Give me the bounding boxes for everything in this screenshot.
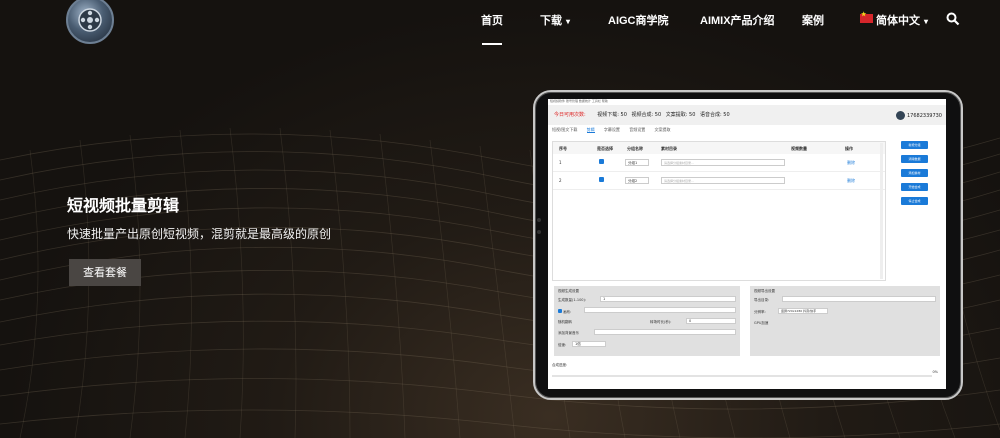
video-generate-panel: 视频生成设置 生成数量(1-100): 1 画布: 随机翻转 转场时长(秒): … [554,286,740,356]
row-dir-input[interactable]: 请选择分组素材目录... [661,177,785,184]
chevron-down-icon: ▾ [566,17,571,26]
start-compose-button[interactable]: 开始合成 [901,183,928,191]
panel-title: 视频生成设置 [558,289,579,293]
nav-active-indicator [482,43,502,45]
clear-data-button[interactable]: 清除数据 [901,155,928,163]
view-plans-button[interactable]: 查看套餐 [69,259,141,286]
col-no: 序号 [559,146,567,151]
resolution-select[interactable]: 竖屏720x1280 抖音/快手 [778,308,828,314]
app-tabs: 短视/图文下载 剪辑 字幕设置 音频设置 文案提取 [552,127,678,133]
app-stats-bar: 今日可用次数: 视频下载: 50 视频合成: 50 文案提取: 50 语音合成:… [548,105,946,125]
row-checkbox[interactable] [599,159,604,165]
col-select: 是否选择 [597,146,613,151]
nav-home[interactable]: 首页 [481,12,503,32]
tab-download[interactable]: 短视/图文下载 [552,127,577,132]
random-flip-checkbox[interactable]: 随机翻转 [558,320,572,325]
hero-title: 短视频批量剪辑 [67,196,180,215]
table-row: 1 分组1 请选择分组素材目录... 删除 [553,154,885,172]
stats-label: 今日可用次数: [554,112,586,118]
app-screenshot: 短视频软件 账号管理 数据统计 工具栏 帮助 今日可用次数: 视频下载: 50 … [548,99,946,389]
col-count: 视频数量 [791,146,807,151]
progress-bar [552,375,932,377]
stat-video-download: 视频下载: 50 [597,112,627,118]
stop-compose-button[interactable]: 停止合成 [901,197,928,205]
table-header: 序号 是否选择 分组名称 素材目录 视频数量 操作 [553,142,885,154]
stat-video-compose: 视频合成: 50 [631,112,662,118]
chevron-down-icon: ▾ [924,17,929,26]
top-navigation: 首页 下载 ▾ AIGC商学院 AIMIX产品介绍 案例 简体中文 ▾ [0,0,1000,52]
nav-language-label: 简体中文 [876,15,920,27]
bg-music-checkbox[interactable]: 添加背景音乐 [558,331,579,336]
video-export-panel: 视频导出设置 导出目录: 分辨率: 竖屏720x1280 抖音/快手 GPU加速 [750,286,940,356]
progress-label: 合成进度: [552,363,568,367]
search-icon[interactable] [946,12,960,26]
speed-label: 倍速: [558,343,567,347]
add-material-button[interactable]: 添加素材 [901,169,928,177]
row-checkbox[interactable] [599,177,604,183]
stat-copy-extract: 文案提取: 50 [665,112,696,118]
size-input[interactable] [584,307,736,313]
user-phone: 17682339730 [907,113,942,119]
logo-icon[interactable] [66,0,114,44]
size-label: 画布: [558,309,571,315]
tab-copy[interactable]: 文案提取 [654,127,670,132]
export-path-label: 导出目录: [754,298,770,302]
hero-section: 首页 下载 ▾ AIGC商学院 AIMIX产品介绍 案例 简体中文 ▾ 短视频批量剪… [0,0,1000,438]
progress-value: 0% [932,370,938,374]
group-table: 序号 是否选择 分组名称 素材目录 视频数量 操作 1 分组1 请选择分组素材目… [552,141,886,281]
row-no: 1 [559,160,562,165]
gpu-checkbox[interactable]: GPU加速 [754,321,768,326]
china-flag-icon [860,11,873,23]
stat-voice-compose: 语音合成: 50 [699,112,730,118]
panel-title: 视频导出设置 [754,289,775,293]
nav-cases[interactable]: 案例 [802,12,824,32]
col-dir: 素材目录 [661,146,677,151]
nav-language[interactable]: 简体中文 ▾ [860,11,929,32]
transition-label: 转场时长(秒): [650,320,672,324]
row-delete-link[interactable]: 删除 [847,178,855,184]
col-action: 操作 [845,146,853,151]
music-input[interactable] [594,329,736,335]
row-group-input[interactable]: 分组1 [625,159,649,166]
transition-input[interactable]: 0 [686,318,736,324]
avatar [896,111,905,120]
tablet-camera [537,218,541,248]
nav-aimix[interactable]: AIMIX产品介绍 [700,12,775,32]
count-input[interactable]: 1 [600,296,736,302]
row-no: 2 [559,178,562,183]
nav-aigc[interactable]: AIGC商学院 [608,12,669,32]
resolution-label: 分辨率: [754,310,766,314]
col-group: 分组名称 [627,146,643,151]
add-group-button[interactable]: 新增分组 [901,141,928,149]
row-group-input[interactable]: 分组2 [625,177,649,184]
action-buttons: 新增分组 清除数据 添加素材 开始合成 停止合成 [901,141,928,211]
export-path-input[interactable] [782,296,936,302]
user-account[interactable]: 17682339730 [896,111,942,120]
row-dir-input[interactable]: 请选择分组素材目录... [661,159,785,166]
tab-subtitle[interactable]: 字幕设置 [604,127,620,132]
table-scrollbar[interactable] [880,143,883,279]
speed-select[interactable]: 1倍 [572,341,606,347]
table-row: 2 分组2 请选择分组素材目录... 删除 [553,172,885,190]
row-delete-link[interactable]: 删除 [847,160,855,166]
nav-download-label: 下载 [540,15,562,27]
nav-download[interactable]: 下载 ▾ [540,12,570,32]
tab-edit[interactable]: 剪辑 [586,127,595,133]
hero-subtitle: 快速批量产出原创短视频，混剪就是最高级的原创 [67,227,332,241]
count-label: 生成数量(1-100): [558,298,587,302]
tab-audio[interactable]: 音频设置 [629,127,645,132]
